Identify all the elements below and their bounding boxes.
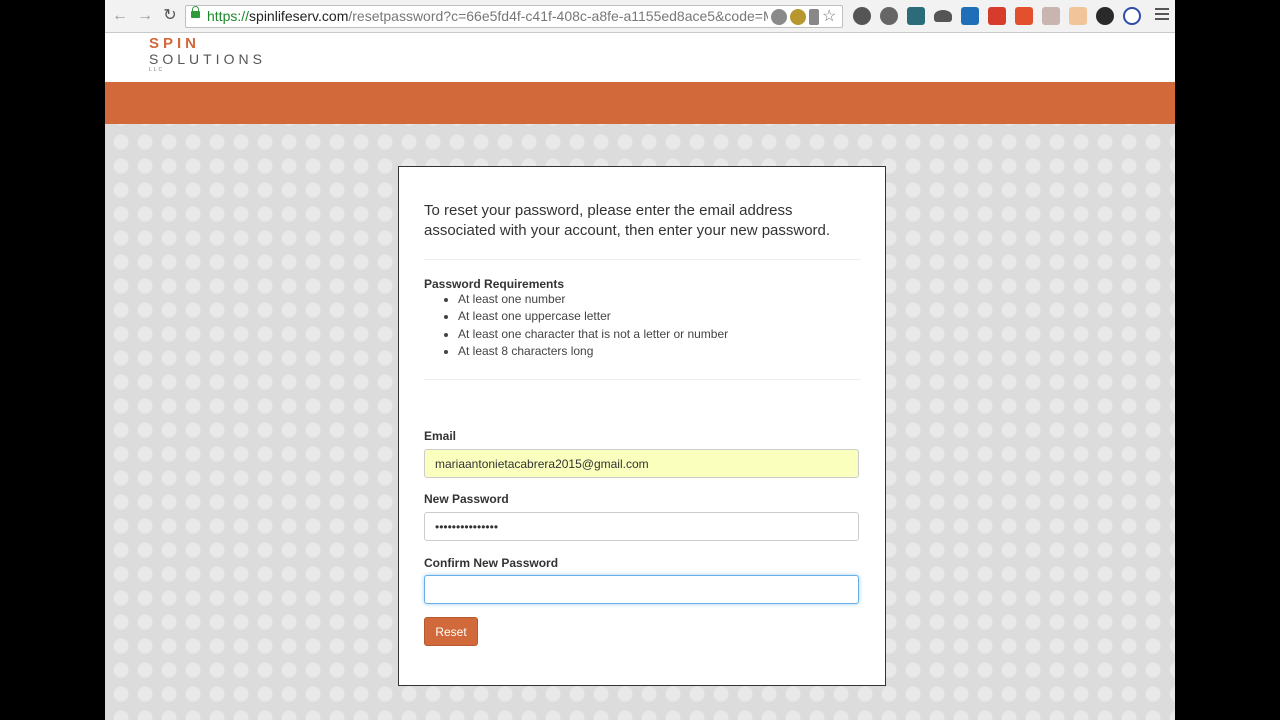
shield-icon[interactable] [790, 9, 806, 25]
new-password-field[interactable] [424, 512, 859, 541]
extension-sign-icon[interactable] [1069, 7, 1087, 25]
extension-eye-icon[interactable] [880, 7, 898, 25]
left-letterbox [0, 0, 105, 720]
extension-pen-icon[interactable] [1042, 7, 1060, 25]
company-logo[interactable]: SPIN SOLUTIONS LLC [149, 36, 266, 73]
extension-block-icon[interactable] [1123, 7, 1141, 25]
list-item: At least one uppercase letter [458, 308, 728, 325]
back-arrow-icon[interactable]: ← [111, 7, 129, 25]
intro-text: To reset your password, please enter the… [424, 202, 831, 239]
extension-cloud-icon[interactable] [934, 10, 952, 22]
key-icon[interactable] [809, 9, 819, 25]
forward-arrow-icon[interactable]: → [136, 7, 154, 25]
reload-icon[interactable]: ↻ [161, 7, 179, 25]
extension-globe-icon[interactable] [853, 7, 871, 25]
menu-icon[interactable] [1155, 8, 1169, 22]
bookmark-star-icon[interactable]: ☆ [822, 9, 838, 25]
list-item: At least one character that is not a let… [458, 326, 728, 343]
extension-image-icon[interactable] [907, 7, 925, 25]
list-item: At least 8 characters long [458, 343, 728, 360]
list-item: At least one number [458, 291, 728, 308]
address-bar[interactable]: https://spinlifeserv.com/resetpassword?c… [185, 5, 843, 28]
site-header: SPIN SOLUTIONS LLC [105, 33, 1175, 82]
lock-icon [191, 6, 200, 18]
email-label: Email [424, 429, 457, 443]
extension-cart-icon[interactable] [988, 7, 1006, 25]
extensions-bar [853, 7, 1141, 25]
extension-camera-icon[interactable] [1096, 7, 1114, 25]
divider [424, 259, 861, 260]
email-field[interactable] [424, 449, 859, 478]
browser-toolbar: ← → ↻ https://spinlifeserv.com/resetpass… [105, 0, 1175, 33]
location-icon[interactable] [771, 9, 787, 25]
extension-shop-icon[interactable] [1015, 7, 1033, 25]
reset-button[interactable]: Reset [424, 617, 478, 646]
header-band [105, 82, 1175, 124]
confirm-password-label: Confirm New Password [424, 556, 559, 570]
browser-window: ← → ↻ https://spinlifeserv.com/resetpass… [105, 0, 1175, 720]
right-letterbox [1175, 0, 1280, 720]
extension-amazon-icon[interactable] [961, 7, 979, 25]
reset-password-card: To reset your password, please enter the… [398, 166, 886, 686]
requirements-title: Password Requirements [424, 277, 565, 291]
new-password-label: New Password [424, 492, 509, 506]
confirm-password-field[interactable] [424, 575, 859, 604]
requirements-list: At least one number At least one upperca… [444, 291, 728, 360]
url-text: https://spinlifeserv.com/resetpassword?c… [207, 8, 779, 24]
divider [424, 379, 861, 380]
